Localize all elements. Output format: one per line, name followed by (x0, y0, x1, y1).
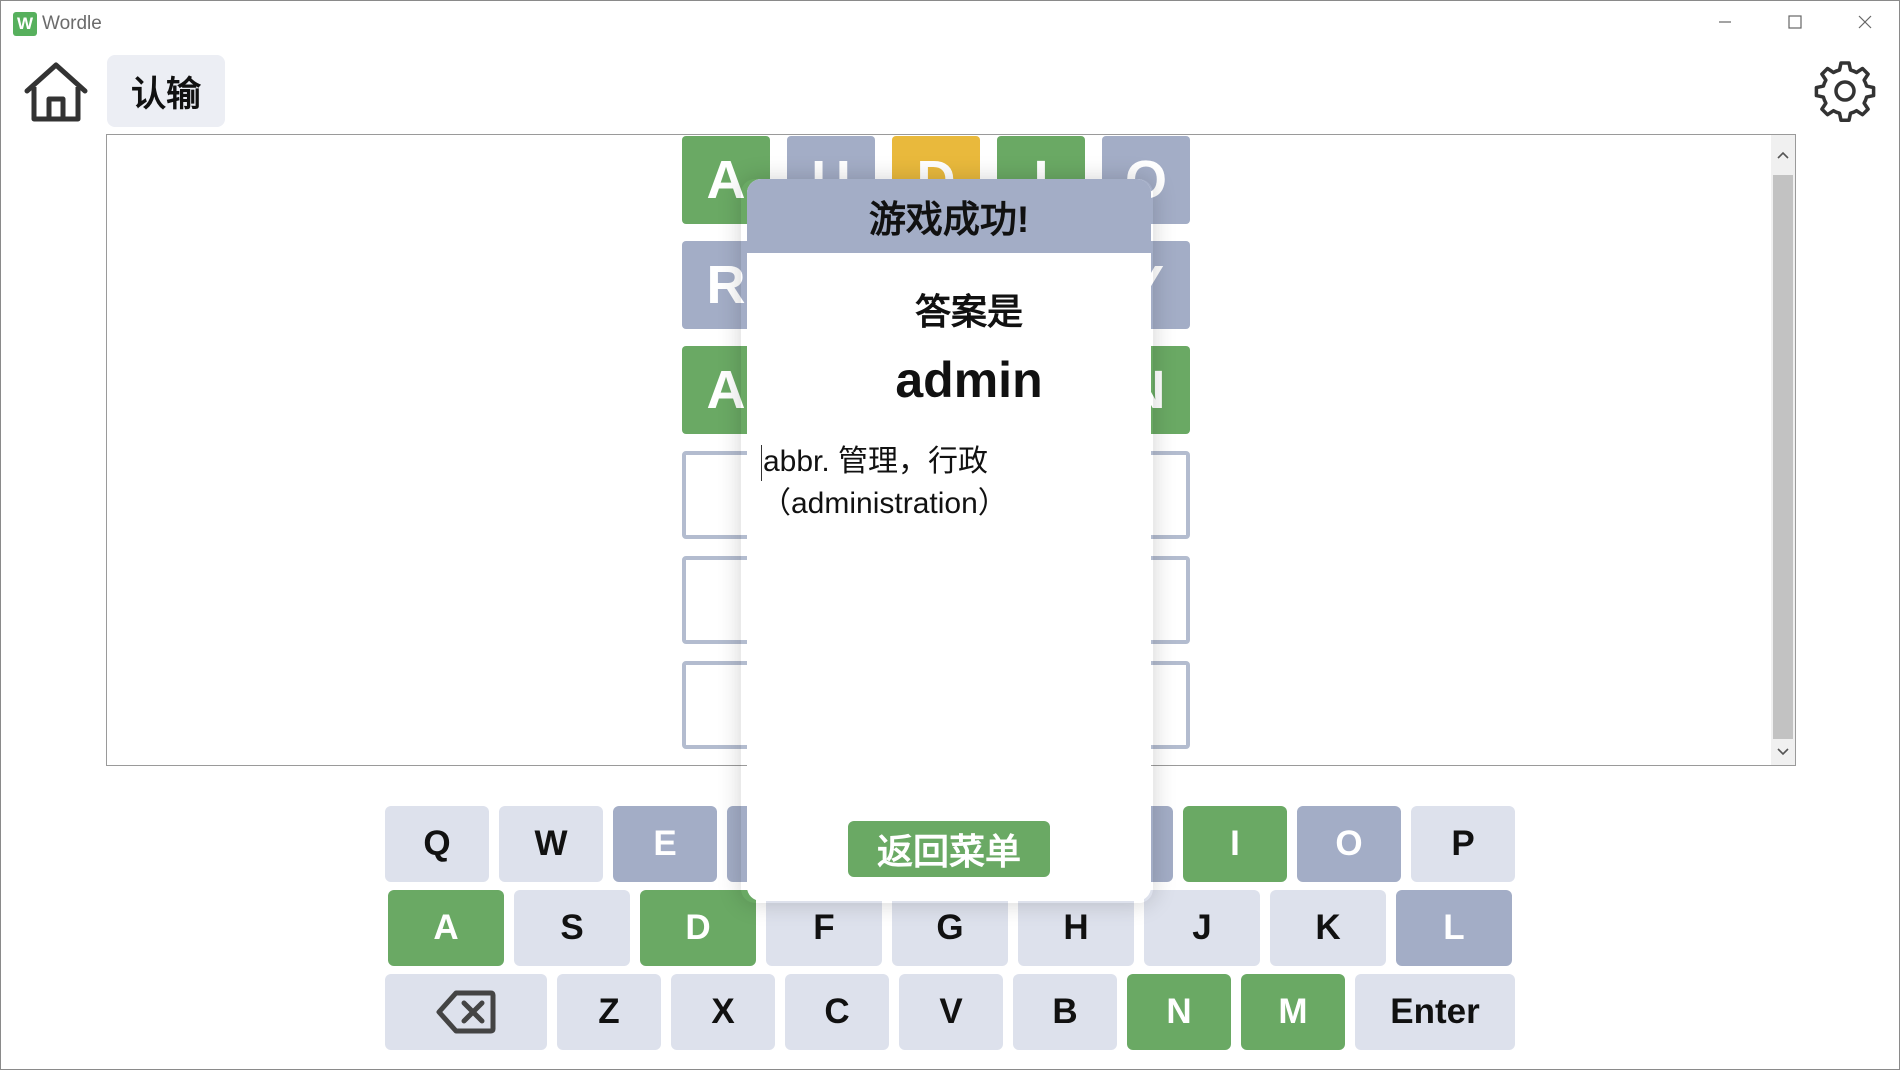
maximize-button[interactable] (1765, 1, 1825, 43)
maximize-icon (1788, 15, 1802, 29)
scroll-down-button[interactable] (1771, 739, 1795, 765)
key-backspace[interactable] (385, 974, 547, 1050)
minimize-icon (1719, 21, 1731, 23)
give-up-button[interactable]: 认输 (107, 55, 225, 127)
gear-icon (1814, 61, 1876, 122)
app-icon: W (13, 12, 37, 36)
key-z[interactable]: Z (557, 974, 661, 1050)
scroll-up-button[interactable] (1771, 135, 1795, 175)
key-e[interactable]: E (613, 806, 717, 882)
key-d[interactable]: D (640, 890, 756, 966)
backspace-icon (436, 990, 496, 1034)
key-a[interactable]: A (388, 890, 504, 966)
key-o[interactable]: O (1297, 806, 1401, 882)
key-x[interactable]: X (671, 974, 775, 1050)
title-bar: W Wordle (1, 1, 1899, 43)
home-icon (24, 62, 88, 122)
window-title: Wordle (42, 13, 102, 34)
definition-line-1: abbr. 管理，行政 (763, 445, 989, 478)
answer-label: 答案是 (914, 291, 1023, 332)
success-dialog: 游戏成功! 答案是 admin abbr. 管理，行政 （administrat… (747, 179, 1151, 901)
minimize-button[interactable] (1695, 1, 1755, 43)
definition-line-2: （administration） (761, 487, 1008, 520)
close-icon (1858, 15, 1872, 29)
key-n[interactable]: N (1127, 974, 1231, 1050)
chevron-down-icon (1777, 748, 1789, 756)
key-s[interactable]: S (514, 890, 630, 966)
close-button[interactable] (1835, 1, 1895, 43)
key-enter[interactable]: Enter (1355, 974, 1515, 1050)
key-k[interactable]: K (1270, 890, 1386, 966)
key-c[interactable]: C (785, 974, 889, 1050)
key-v[interactable]: V (899, 974, 1003, 1050)
dialog-title: 游戏成功! (747, 179, 1151, 253)
key-w[interactable]: W (499, 806, 603, 882)
key-l[interactable]: L (1396, 890, 1512, 966)
key-i[interactable]: I (1183, 806, 1287, 882)
text-caret (761, 445, 762, 482)
home-button[interactable] (21, 57, 91, 127)
settings-button[interactable] (1813, 59, 1877, 123)
key-b[interactable]: B (1013, 974, 1117, 1050)
app-window: W Wordle 认输 A R A Q W E I O P A S D F G … (0, 0, 1900, 1070)
key-q[interactable]: Q (385, 806, 489, 882)
vertical-scrollbar[interactable] (1771, 135, 1795, 765)
scroll-thumb[interactable] (1773, 175, 1793, 739)
key-p[interactable]: P (1411, 806, 1515, 882)
key-j[interactable]: J (1144, 890, 1260, 966)
definition-text[interactable]: abbr. 管理，行政 （administration） (761, 441, 1101, 525)
answer-word: admin (895, 352, 1043, 408)
back-to-menu-button[interactable]: 返回菜单 (848, 821, 1050, 877)
chevron-up-icon (1777, 151, 1789, 159)
key-m[interactable]: M (1241, 974, 1345, 1050)
